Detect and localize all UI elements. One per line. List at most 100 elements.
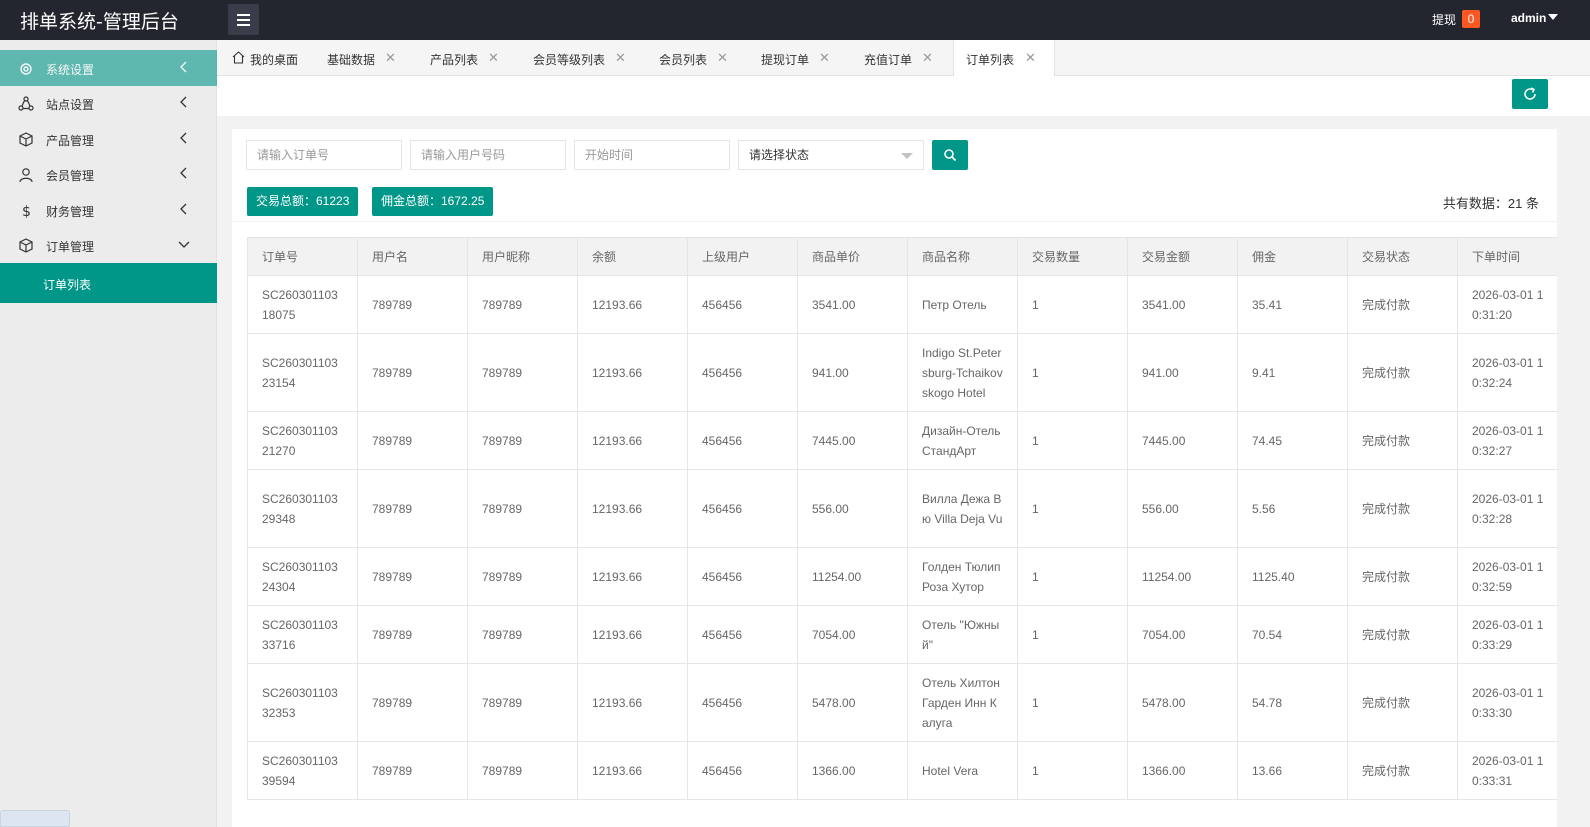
- table-row[interactable]: SC26030110321270 789789 789789 12193.66 4564…: [247, 411, 1557, 470]
- column-header[interactable]: 上级用户: [687, 237, 798, 276]
- close-icon[interactable]: ✕: [819, 50, 830, 66]
- table-cell: 70.54: [1237, 605, 1348, 664]
- sidebar-item-finance-management[interactable]: $ 财务管理: [0, 192, 217, 228]
- tab-recharge-orders[interactable]: 充值订单 ✕: [850, 40, 953, 76]
- withdraw-count-badge: 0: [1462, 10, 1480, 28]
- tab-order-list[interactable]: 订单列表 ✕: [953, 40, 1055, 77]
- table-cell: SC26030110332353: [247, 663, 358, 742]
- table-cell: 941.00: [1127, 333, 1238, 412]
- table-cell: 789789: [357, 333, 468, 412]
- sidebar-item-product-management[interactable]: 产品管理: [0, 121, 217, 157]
- column-header[interactable]: 交易数量: [1017, 237, 1128, 276]
- start-time-input[interactable]: 开始时间: [574, 140, 730, 170]
- table-cell: 3541.00: [797, 275, 908, 334]
- tab-label: 订单列表: [966, 53, 1015, 67]
- column-header[interactable]: 下单时间: [1457, 237, 1557, 276]
- table-cell: SC26030110321270: [247, 411, 358, 470]
- table-cell: SC26030110329348: [247, 469, 358, 548]
- table-cell: 9.41: [1237, 333, 1348, 412]
- close-icon[interactable]: ✕: [615, 50, 626, 66]
- order-no-input[interactable]: 请输入订单号: [246, 140, 402, 170]
- table-cell: 2026-03-01 10:33:29: [1457, 605, 1557, 664]
- app-title: 排单系统-管理后台: [20, 11, 179, 33]
- table-row[interactable]: SC26030110332353 789789 789789 12193.66 4564…: [247, 663, 1557, 742]
- tab-bar: 我的桌面 基础数据 ✕ 产品列表 ✕ 会员等级列表 ✕ 会员列表 ✕ 提现订单 …: [217, 40, 1590, 77]
- horizontal-scrollbar[interactable]: [0, 810, 70, 827]
- table-row[interactable]: SC26030110318075 789789 789789 12193.66 4564…: [247, 275, 1557, 334]
- site-icon: [18, 96, 34, 111]
- trade-total-button[interactable]: 交易总额：61223: [247, 187, 359, 216]
- top-header: 排单系统-管理后台 提现 0 admin: [0, 0, 1590, 40]
- search-button[interactable]: [932, 140, 968, 170]
- table-cell: 456456: [687, 469, 798, 548]
- tab-product-list[interactable]: 产品列表 ✕: [415, 40, 518, 76]
- tab-member-level-list[interactable]: 会员等级列表 ✕: [518, 40, 644, 76]
- close-icon[interactable]: ✕: [385, 50, 396, 66]
- table-cell: 789789: [357, 411, 468, 470]
- close-icon[interactable]: ✕: [488, 50, 499, 66]
- column-header[interactable]: 用户名: [357, 237, 468, 276]
- home-icon: [232, 51, 245, 64]
- tab-label: 提现订单: [761, 53, 810, 67]
- table-cell: 12193.66: [577, 741, 688, 800]
- table-row[interactable]: SC26030110323154 789789 789789 12193.66 4564…: [247, 333, 1557, 412]
- table-cell: 789789: [357, 741, 468, 800]
- tab-my-desktop[interactable]: 我的桌面: [217, 40, 312, 76]
- table-cell: 1125.40: [1237, 547, 1348, 606]
- caret-down-icon[interactable]: [1548, 14, 1558, 20]
- table-cell: 456456: [687, 411, 798, 470]
- column-header[interactable]: 用户昵称: [467, 237, 578, 276]
- sidebar-item-system-settings[interactable]: 系统设置: [0, 50, 217, 86]
- sidebar-item-site-settings[interactable]: 站点设置: [0, 85, 217, 121]
- close-icon[interactable]: ✕: [922, 50, 933, 66]
- commission-total-button[interactable]: 佣金总额：1672.25: [372, 187, 494, 216]
- sidebar-item-order-management[interactable]: 订单管理: [0, 227, 217, 263]
- table-body: SC26030110318075 789789 789789 12193.66 4564…: [247, 275, 1557, 800]
- table-cell: Петр Отель: [907, 275, 1018, 334]
- menu-toggle-button[interactable]: [228, 4, 259, 35]
- table-cell: 456456: [687, 741, 798, 800]
- table-cell: 456456: [687, 547, 798, 606]
- user-menu[interactable]: admin: [1511, 11, 1546, 25]
- chevron-left-icon: [180, 61, 187, 73]
- close-icon[interactable]: ✕: [1025, 50, 1036, 66]
- tab-basic-data[interactable]: 基础数据 ✕: [312, 40, 415, 76]
- tab-withdraw-orders[interactable]: 提现订单 ✕: [747, 40, 850, 76]
- close-icon[interactable]: ✕: [717, 50, 728, 66]
- tab-member-list[interactable]: 会员列表 ✕: [644, 40, 747, 76]
- refresh-button[interactable]: [1512, 79, 1548, 109]
- column-header[interactable]: 订单号: [247, 237, 358, 276]
- table-cell: 完成付款: [1347, 663, 1458, 742]
- withdraw-link[interactable]: 提现: [1432, 11, 1456, 28]
- column-header[interactable]: 交易金额: [1127, 237, 1238, 276]
- dollar-icon: $: [22, 204, 31, 219]
- table-cell: Голден Тюлип Роза Хутор: [907, 547, 1018, 606]
- table-row[interactable]: SC26030110329348 789789 789789 12193.66 4564…: [247, 469, 1557, 548]
- column-header[interactable]: 商品名称: [907, 237, 1018, 276]
- table-row[interactable]: SC26030110324304 789789 789789 12193.66 4564…: [247, 547, 1557, 606]
- table-cell: 789789: [467, 411, 578, 470]
- column-header[interactable]: 余额: [577, 237, 688, 276]
- svg-text:$: $: [22, 204, 31, 219]
- table-cell: 12193.66: [577, 469, 688, 548]
- order-table: 订单号 用户名 用户昵称 余额 上级用户 商品单价 商品名称 交易数量 交易金额…: [247, 237, 1557, 800]
- user-no-input[interactable]: 请输入用户号码: [410, 140, 566, 170]
- user-icon: [19, 168, 33, 183]
- table-cell: 12193.66: [577, 605, 688, 664]
- table-cell: 456456: [687, 663, 798, 742]
- table-row[interactable]: SC26030110339594 789789 789789 12193.66 4564…: [247, 741, 1557, 800]
- table-cell: SC26030110318075: [247, 275, 358, 334]
- column-header[interactable]: 商品单价: [797, 237, 908, 276]
- table-cell: Дизайн-Отель СтандАрт: [907, 411, 1018, 470]
- table-cell: 2026-03-01 10:33:31: [1457, 741, 1557, 800]
- sidebar-item-member-management[interactable]: 会员管理: [0, 156, 217, 192]
- sidebar-item-label: 站点设置: [46, 98, 95, 112]
- table-row[interactable]: SC26030110333716 789789 789789 12193.66 4564…: [247, 605, 1557, 664]
- status-select[interactable]: 请选择状态: [738, 140, 924, 170]
- sidebar-subitem-order-list[interactable]: 订单列表: [0, 263, 217, 303]
- table-cell: 1: [1017, 547, 1128, 606]
- column-header[interactable]: 交易状态: [1347, 237, 1458, 276]
- tab-label: 充值订单: [864, 53, 913, 67]
- column-header[interactable]: 佣金: [1237, 237, 1348, 276]
- table-cell: 5478.00: [1127, 663, 1238, 742]
